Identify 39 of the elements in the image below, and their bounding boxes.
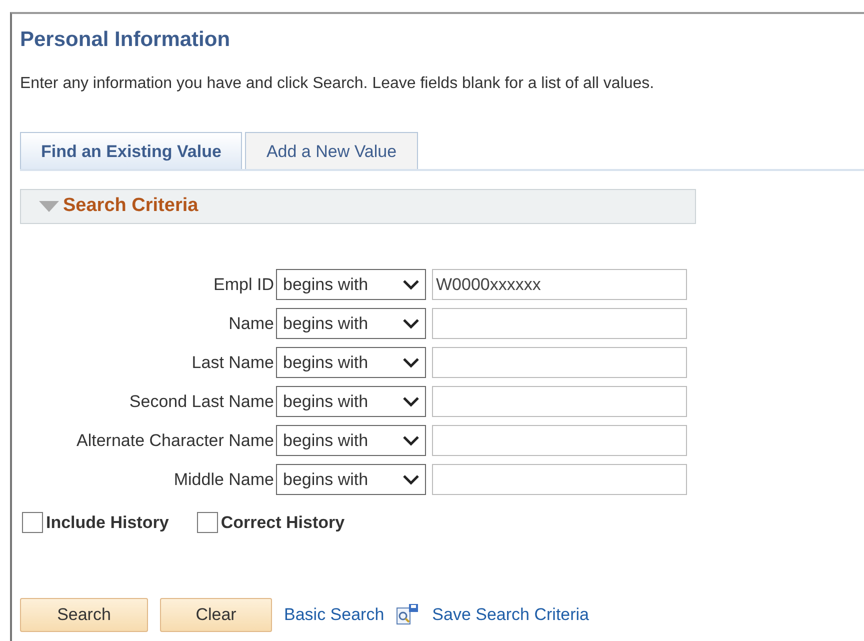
operator-dropdown[interactable]: begins with xyxy=(276,269,426,300)
field-label: Second Last Name xyxy=(128,390,274,413)
field-label: Name xyxy=(228,312,274,335)
page-title: Personal Information xyxy=(20,27,232,53)
save-search-icon[interactable] xyxy=(396,602,420,626)
checkbox[interactable] xyxy=(196,512,218,534)
chevron-down-icon xyxy=(403,358,419,368)
operator-dropdown[interactable]: begins with xyxy=(276,386,426,417)
instructions-text: Enter any information you have and click Search. Leave fields blank for a list of all values. xyxy=(20,74,656,94)
text-field[interactable] xyxy=(432,464,687,495)
text-field[interactable] xyxy=(432,425,687,456)
collapse-triangle-icon[interactable] xyxy=(39,200,59,212)
link[interactable]: Save Search Criteria xyxy=(432,602,590,628)
operator-dropdown[interactable]: begins with xyxy=(276,464,426,495)
operator-dropdown[interactable]: begins with xyxy=(276,347,426,378)
field-label: Middle Name xyxy=(172,468,274,491)
checkbox-label: Include History xyxy=(46,512,169,534)
text-field[interactable] xyxy=(432,308,687,339)
action-button[interactable]: Clear xyxy=(160,598,272,632)
tab[interactable]: Add a New Value xyxy=(245,132,418,169)
field-label: Last Name xyxy=(190,352,274,374)
section-header[interactable]: Search Criteria xyxy=(20,189,696,224)
text-field[interactable] xyxy=(432,386,687,417)
field-label: Empl ID xyxy=(212,274,274,296)
chevron-down-icon xyxy=(403,280,419,290)
checkbox-label: Correct History xyxy=(220,512,345,534)
link[interactable]: Basic Search xyxy=(284,602,384,628)
operator-dropdown[interactable]: begins with xyxy=(276,308,426,339)
operator-dropdown[interactable]: begins with xyxy=(276,425,426,456)
chevron-down-icon xyxy=(403,436,419,446)
chevron-down-icon xyxy=(403,318,419,328)
chevron-down-icon xyxy=(403,396,419,406)
text-field[interactable]: W0000xxxxxx xyxy=(432,269,687,300)
tab[interactable]: Find an Existing Value xyxy=(20,132,242,169)
action-button[interactable]: Search xyxy=(20,598,148,632)
field-label: Alternate Character Name xyxy=(76,430,274,452)
checkbox[interactable] xyxy=(22,512,43,534)
chevron-down-icon xyxy=(403,474,419,484)
text-field[interactable] xyxy=(432,347,687,378)
